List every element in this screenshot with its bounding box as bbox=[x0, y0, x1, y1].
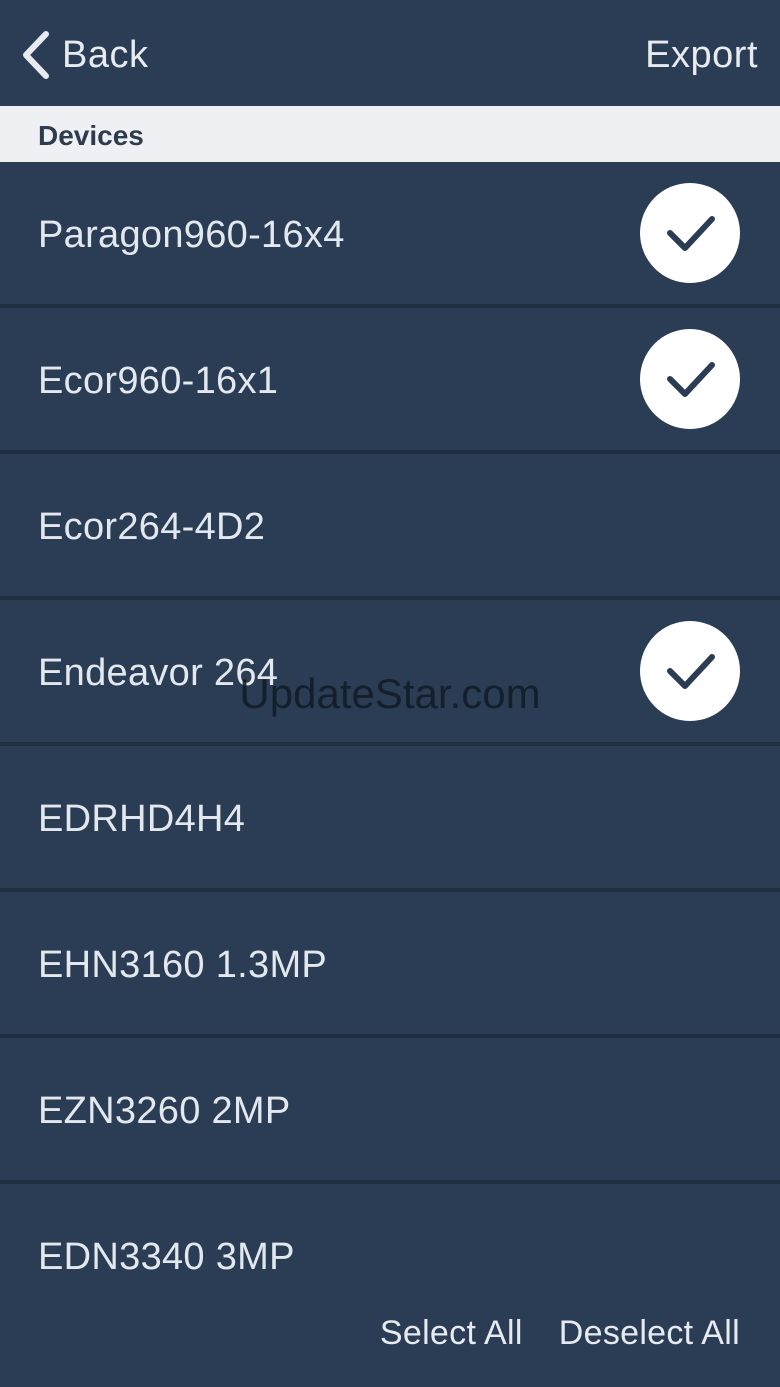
device-row[interactable]: EHN3160 1.3MP bbox=[0, 892, 780, 1038]
back-button-label: Back bbox=[62, 33, 149, 76]
checkmark-icon[interactable] bbox=[640, 329, 740, 429]
device-label: EDN3340 3MP bbox=[38, 1236, 295, 1278]
device-row[interactable]: Ecor264-4D2 bbox=[0, 454, 780, 600]
back-button[interactable]: Back bbox=[18, 28, 148, 82]
device-label: Endeavor 264 bbox=[38, 652, 279, 694]
device-label: EZN3260 2MP bbox=[38, 1090, 291, 1132]
device-label: EDRHD4H4 bbox=[38, 798, 246, 840]
device-row[interactable]: EZN3260 2MP bbox=[0, 1038, 780, 1184]
deselect-all-button[interactable]: Deselect All bbox=[559, 1306, 740, 1360]
export-button[interactable]: Export bbox=[645, 28, 758, 82]
device-row[interactable]: Ecor960-16x1 bbox=[0, 308, 780, 454]
section-header-devices: Devices bbox=[0, 106, 780, 162]
device-label: EHN3160 1.3MP bbox=[38, 944, 328, 986]
footer-actions: Select All Deselect All bbox=[380, 1306, 740, 1360]
device-row[interactable]: Endeavor 264 bbox=[0, 600, 780, 746]
select-all-button[interactable]: Select All bbox=[380, 1306, 523, 1360]
device-row[interactable]: EDRHD4H4 bbox=[0, 746, 780, 892]
navigation-bar: Back Export bbox=[0, 0, 780, 106]
device-label: Paragon960-16x4 bbox=[38, 214, 345, 256]
checkmark-icon[interactable] bbox=[640, 183, 740, 283]
device-label: Ecor264-4D2 bbox=[38, 506, 266, 548]
device-label: Ecor960-16x1 bbox=[38, 360, 279, 402]
chevron-left-icon bbox=[18, 30, 52, 80]
device-row[interactable]: Paragon960-16x4 bbox=[0, 162, 780, 308]
device-list: Paragon960-16x4 Ecor960-16x1 Ecor264-4D2… bbox=[0, 162, 780, 1330]
checkmark-icon[interactable] bbox=[640, 621, 740, 721]
